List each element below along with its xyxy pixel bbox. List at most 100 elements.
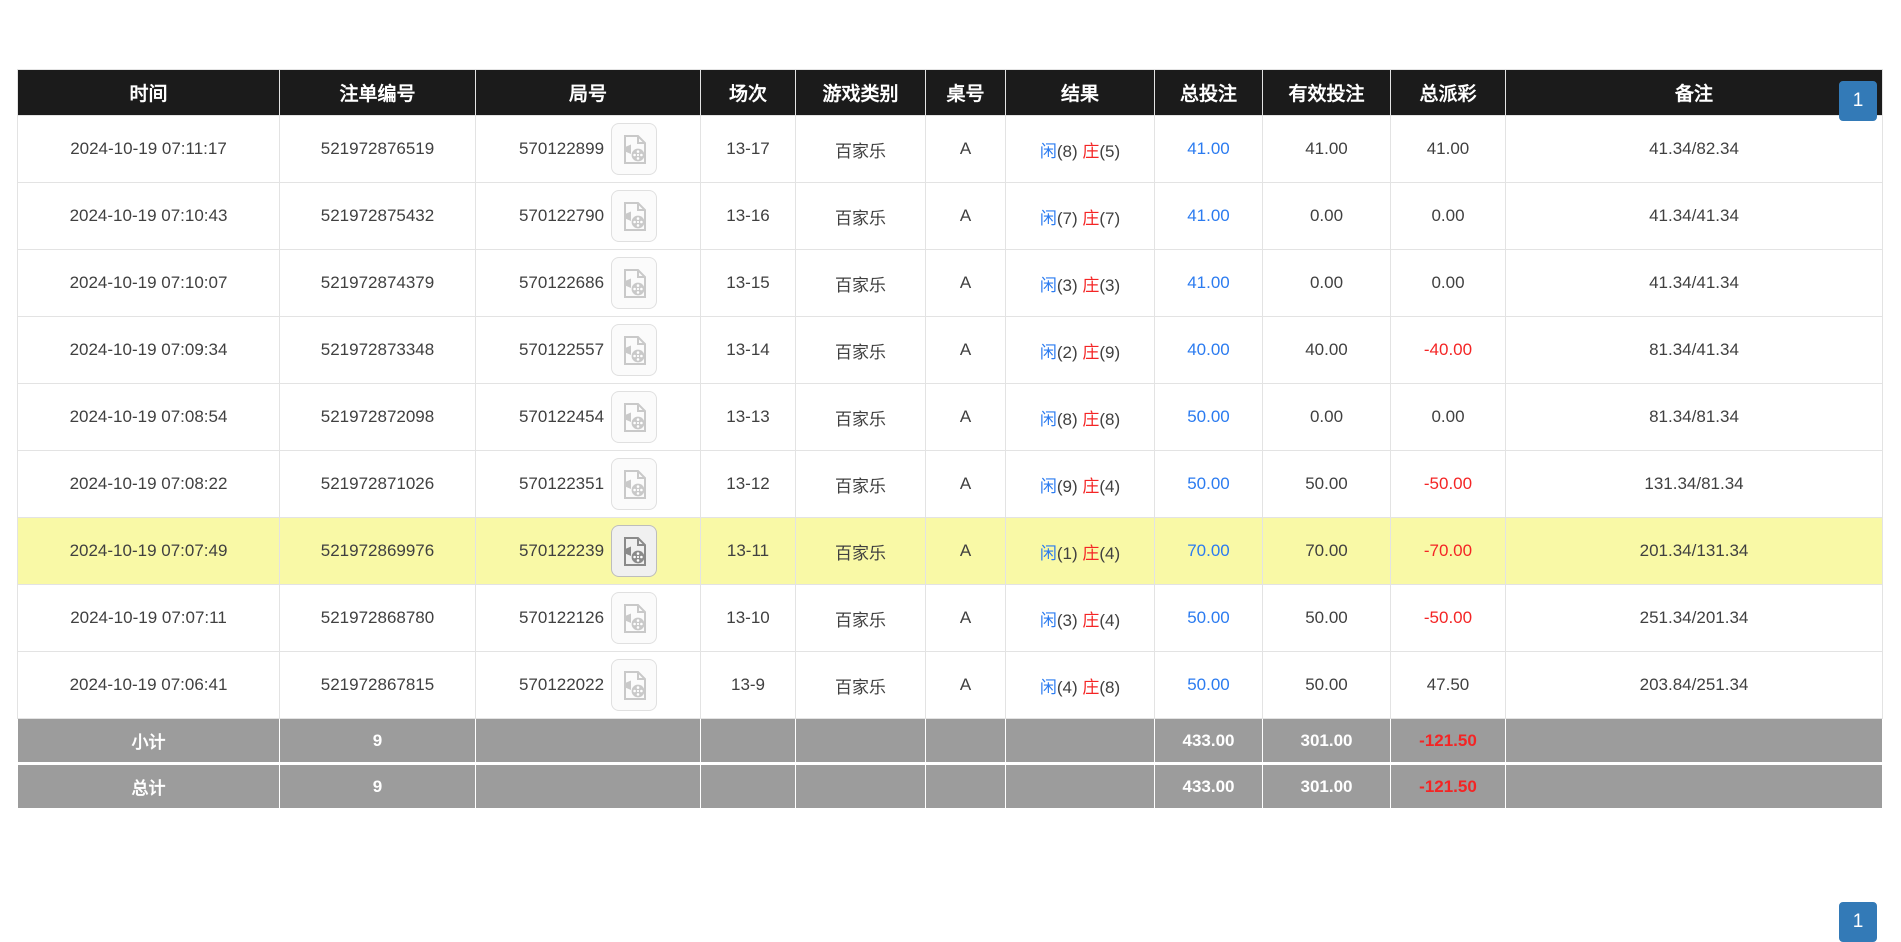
game-type-cell: 百家乐 (796, 317, 926, 384)
round-id-cell: 570122351 (476, 451, 701, 518)
table-no-cell: A (926, 518, 1006, 585)
result-cell: 闲(2) 庄(9) (1006, 317, 1155, 384)
total-bet-link[interactable]: 41.00 (1187, 139, 1230, 158)
valid-bet-cell: 50.00 (1263, 451, 1391, 518)
payout-cell: -70.00 (1391, 518, 1506, 585)
game-type-cell: 百家乐 (796, 384, 926, 451)
table-no-cell: A (926, 116, 1006, 183)
valid-bet-cell: 50.00 (1263, 585, 1391, 652)
round-id-cell: 570122557 (476, 317, 701, 384)
total-bet-link[interactable]: 41.00 (1187, 206, 1230, 225)
video-replay-button[interactable] (611, 257, 657, 309)
video-replay-button[interactable] (611, 123, 657, 175)
total-bet-link[interactable]: 50.00 (1187, 474, 1230, 493)
payout-cell: -40.00 (1391, 317, 1506, 384)
table-row: 2024-10-19 07:08:22521972871026570122351… (18, 451, 1883, 518)
result-banker-label: 庄 (1082, 276, 1099, 295)
result-banker-label: 庄 (1082, 477, 1099, 496)
result-cell: 闲(9) 庄(4) (1006, 451, 1155, 518)
table-row: 2024-10-19 07:10:43521972875432570122790… (18, 183, 1883, 250)
result-player-label: 闲 (1040, 276, 1057, 295)
header-session: 场次 (701, 70, 796, 116)
video-replay-button[interactable] (611, 592, 657, 644)
game-type-cell: 百家乐 (796, 518, 926, 585)
remark-cell: 41.34/82.34 (1506, 116, 1883, 183)
time-cell: 2024-10-19 07:08:22 (18, 451, 280, 518)
total-bet-link[interactable]: 50.00 (1187, 608, 1230, 627)
round-id-wrap: 570122239 (480, 525, 696, 577)
game-type-cell: 百家乐 (796, 585, 926, 652)
result-cell: 闲(3) 庄(4) (1006, 585, 1155, 652)
valid-bet-cell: 70.00 (1263, 518, 1391, 585)
grand-total-row: 总计 9 433.00 301.00 -121.50 (18, 764, 1883, 809)
round-id: 570122351 (519, 474, 604, 494)
session-cell: 13-16 (701, 183, 796, 250)
video-replay-button[interactable] (611, 324, 657, 376)
subtotal-empty-round (476, 719, 701, 764)
result-cell: 闲(7) 庄(7) (1006, 183, 1155, 250)
result-banker-points: (5) (1099, 142, 1120, 161)
game-type-cell: 百家乐 (796, 183, 926, 250)
header-game-type: 游戏类别 (796, 70, 926, 116)
game-type-cell: 百家乐 (796, 451, 926, 518)
remark-cell: 201.34/131.34 (1506, 518, 1883, 585)
round-id: 570122899 (519, 139, 604, 159)
subtotal-row: 小计 9 433.00 301.00 -121.50 (18, 719, 1883, 764)
video-icon (621, 134, 648, 165)
table-no-cell: A (926, 451, 1006, 518)
result-banker-label: 庄 (1082, 343, 1099, 362)
result-banker-label: 庄 (1082, 611, 1099, 630)
pagination-page-1-top[interactable]: 1 (1839, 81, 1877, 121)
video-icon (621, 536, 648, 567)
round-id-wrap: 570122022 (480, 659, 696, 711)
round-id-cell: 570122899 (476, 116, 701, 183)
payout-cell: 0.00 (1391, 183, 1506, 250)
round-id: 570122126 (519, 608, 604, 628)
round-id: 570122686 (519, 273, 604, 293)
total-bet-link[interactable]: 41.00 (1187, 273, 1230, 292)
video-icon (621, 469, 648, 500)
grand-total-empty-table (926, 764, 1006, 809)
result-banker-label: 庄 (1082, 678, 1099, 697)
header-time: 时间 (18, 70, 280, 116)
total-bet-cell: 41.00 (1155, 183, 1263, 250)
result-banker-points: (3) (1099, 276, 1120, 295)
result-banker-label: 庄 (1082, 209, 1099, 228)
video-icon (621, 268, 648, 299)
subtotal-empty-result (1006, 719, 1155, 764)
total-bet-link[interactable]: 50.00 (1187, 675, 1230, 694)
round-id-wrap: 570122790 (480, 190, 696, 242)
video-replay-button[interactable] (611, 391, 657, 443)
total-bet-link[interactable]: 50.00 (1187, 407, 1230, 426)
total-bet-link[interactable]: 70.00 (1187, 541, 1230, 560)
result-banker-label: 庄 (1082, 410, 1099, 429)
total-bet-cell: 50.00 (1155, 652, 1263, 719)
remark-cell: 81.34/81.34 (1506, 384, 1883, 451)
total-bet-cell: 50.00 (1155, 451, 1263, 518)
round-id-cell: 570122686 (476, 250, 701, 317)
table-no-cell: A (926, 183, 1006, 250)
result-cell: 闲(8) 庄(8) (1006, 384, 1155, 451)
table-no-cell: A (926, 317, 1006, 384)
result-player-label: 闲 (1040, 410, 1057, 429)
result-player-points: (1) (1057, 544, 1083, 563)
time-cell: 2024-10-19 07:10:43 (18, 183, 280, 250)
result-banker-points: (7) (1099, 209, 1120, 228)
result-player-label: 闲 (1040, 209, 1057, 228)
video-replay-button[interactable] (611, 190, 657, 242)
video-replay-button[interactable] (611, 525, 657, 577)
subtotal-empty-session (701, 719, 796, 764)
round-id-cell: 570122126 (476, 585, 701, 652)
total-bet-cell: 50.00 (1155, 384, 1263, 451)
result-banker-points: (8) (1099, 678, 1120, 697)
round-id: 570122557 (519, 340, 604, 360)
header-valid-bet: 有效投注 (1263, 70, 1391, 116)
video-replay-button[interactable] (611, 458, 657, 510)
subtotal-count: 9 (280, 719, 476, 764)
time-cell: 2024-10-19 07:11:17 (18, 116, 280, 183)
bet-id-cell: 521972876519 (280, 116, 476, 183)
total-bet-link[interactable]: 40.00 (1187, 340, 1230, 359)
video-replay-button[interactable] (611, 659, 657, 711)
pagination-page-1-bottom[interactable]: 1 (1839, 902, 1877, 942)
video-icon (621, 335, 648, 366)
